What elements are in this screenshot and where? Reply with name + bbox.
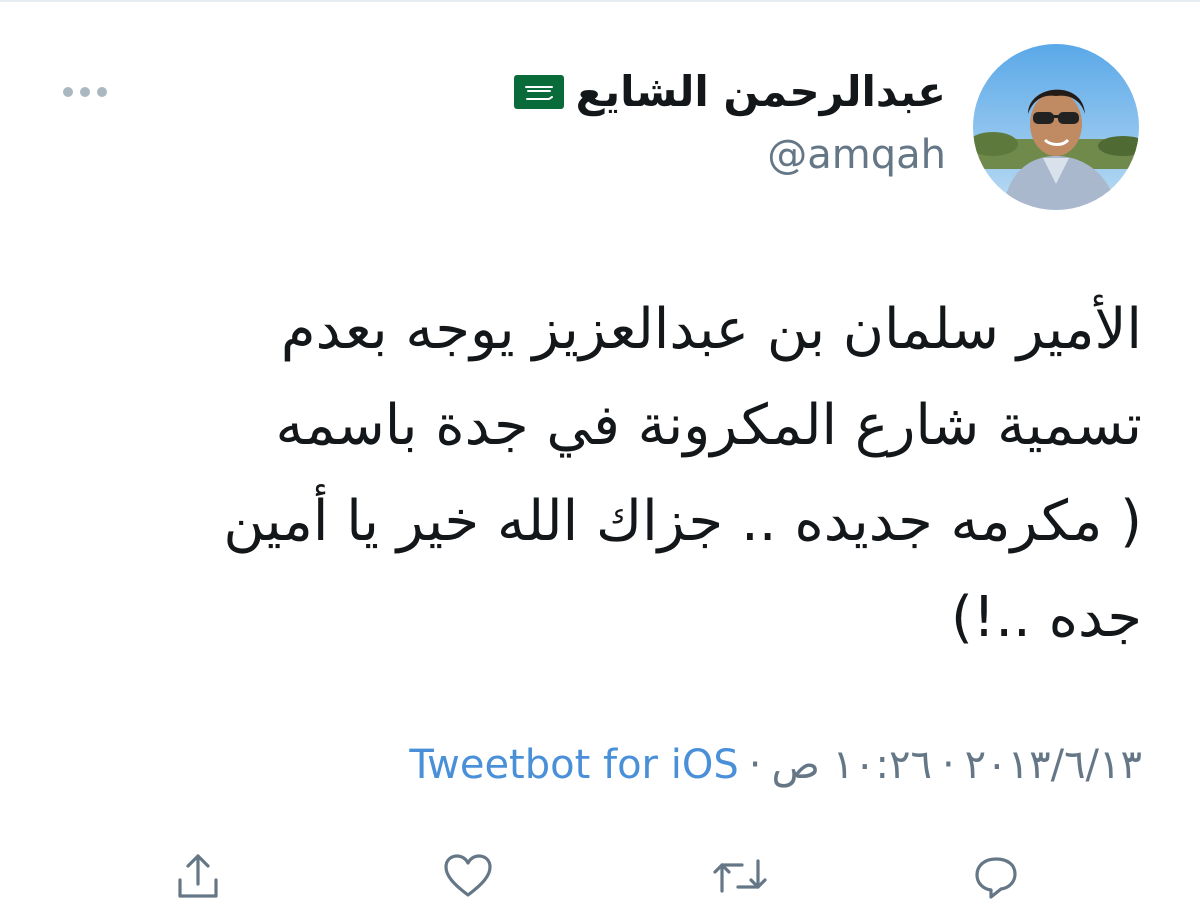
display-name[interactable]: عبدالرحمن الشايع xyxy=(576,64,946,120)
reply-button[interactable] xyxy=(966,846,1026,906)
more-options-button[interactable] xyxy=(62,80,108,104)
share-icon xyxy=(178,854,218,898)
retweet-icon xyxy=(713,859,767,893)
heart-icon xyxy=(444,854,492,897)
author-name-row[interactable]: عبدالرحمن الشايع xyxy=(513,64,946,120)
tweet-source-link[interactable]: Tweetbot for iOS xyxy=(409,737,738,793)
avatar[interactable] xyxy=(973,44,1139,210)
retweet-button[interactable] xyxy=(710,846,770,906)
more-dots-icon xyxy=(63,87,107,97)
like-button[interactable] xyxy=(438,846,498,906)
tweet-time: ١٠:٢٦ ص xyxy=(771,742,932,788)
actions-divider xyxy=(0,814,1200,816)
tweet-meta: ٢٠١٣/٦/١٣ · ١٠:٢٦ ص · Tweetbot for iOS xyxy=(409,737,1142,793)
meta-separator: · xyxy=(748,742,762,788)
author-handle[interactable]: @amqah xyxy=(767,130,946,180)
tweet-date: ٢٠١٣/٦/١٣ xyxy=(964,742,1142,788)
saudi-flag-icon xyxy=(513,75,564,109)
top-divider xyxy=(0,0,1200,2)
reply-icon xyxy=(975,857,1017,899)
tweet-text: الأمير سلمان بن عبدالعزيز يوجه بعدم تسمي… xyxy=(223,297,1142,650)
share-button[interactable] xyxy=(168,846,228,906)
meta-separator: · xyxy=(941,742,955,788)
